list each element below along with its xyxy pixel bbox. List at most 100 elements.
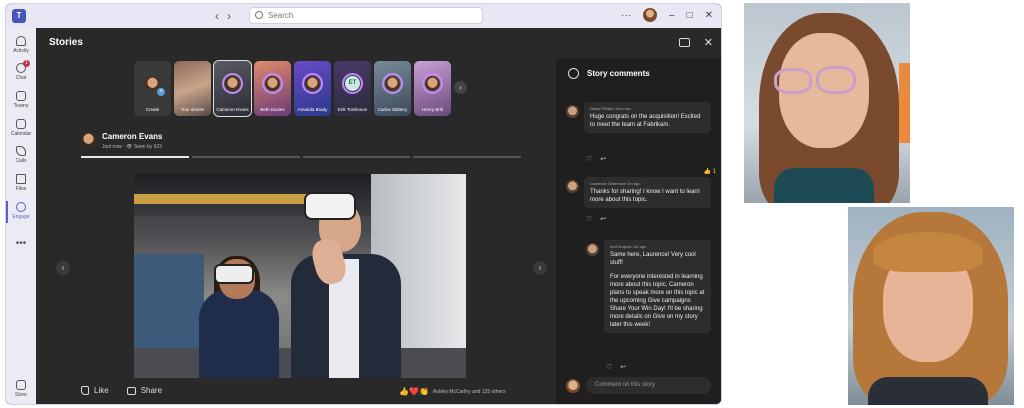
- story-tile-amanda-brady[interactable]: Amanda Brady: [294, 61, 331, 116]
- like-reaction-icon: 👍: [399, 387, 409, 396]
- rail-item-engage[interactable]: Engage: [6, 202, 36, 220]
- avatar: [385, 76, 400, 91]
- more-apps-icon[interactable]: •••: [6, 238, 36, 249]
- story-image: [134, 174, 466, 378]
- vr-headset: [214, 264, 254, 284]
- story-rail-next-button[interactable]: ›: [454, 81, 467, 94]
- like-label: Like: [94, 386, 109, 395]
- like-icon[interactable]: ♡: [586, 155, 592, 163]
- rail-item-store[interactable]: Store: [6, 380, 36, 398]
- comment-meta: Laurence Gilbertson 1m ago: [590, 181, 641, 186]
- progress-segment: [191, 156, 300, 158]
- image-detail: [199, 289, 279, 378]
- window-controls: ··· – □ ✕: [621, 8, 713, 22]
- close-icon[interactable]: ✕: [704, 36, 713, 49]
- rail-label: Calls: [15, 158, 27, 164]
- comment-meta: Avril Kapoor 1m ago: [610, 244, 647, 249]
- reply-icon[interactable]: ↩: [620, 363, 626, 371]
- comment-bubble: Daisy Phillips Just now Huge congrats on…: [584, 102, 711, 133]
- image-detail: [899, 63, 910, 143]
- previous-story-button[interactable]: ‹: [56, 261, 70, 275]
- profile-avatar[interactable]: [643, 8, 657, 22]
- story-tile-carlos-slattery[interactable]: Carlos Slattery: [374, 61, 411, 116]
- title-bar: T ‹› Search ··· – □ ✕: [6, 4, 721, 28]
- comment-meta: Daisy Phillips Just now: [590, 106, 631, 111]
- reply-icon[interactable]: ↩: [600, 215, 606, 223]
- image-detail: [873, 232, 983, 272]
- story-tile-cameron-evans[interactable]: Cameron Evans: [213, 60, 252, 117]
- cast-icon[interactable]: [678, 38, 690, 47]
- comments-title: Story comments: [587, 69, 650, 78]
- story-tile-label: Henry Brill: [422, 107, 443, 112]
- minimize-icon[interactable]: –: [669, 10, 675, 21]
- next-story-button[interactable]: ›: [533, 261, 547, 275]
- author-name[interactable]: Cameron Evans: [102, 132, 162, 141]
- history-nav: ‹›: [215, 9, 239, 23]
- rail-item-files[interactable]: Files: [6, 174, 36, 192]
- story-tile-beth-davies[interactable]: Beth Davies: [254, 61, 291, 116]
- comment-composer: Comment on this story: [566, 377, 711, 394]
- vr-headset: [304, 192, 356, 220]
- rail-item-activity[interactable]: Activity: [6, 36, 36, 54]
- image-detail: [868, 377, 988, 405]
- avatar: [586, 243, 599, 256]
- story-rail: + Create Your stories Cameron Evans Beth…: [134, 60, 451, 117]
- calendar-icon: [16, 119, 26, 129]
- comment-text: Thanks for sharing! I know I want to lea…: [590, 189, 700, 203]
- reactions-text: Ashley McCarthy and 125 others: [432, 388, 506, 395]
- comment-actions: ♡ ↩: [586, 215, 606, 223]
- avatar-initials: ET: [345, 76, 360, 91]
- rail-item-calendar[interactable]: Calendar: [6, 119, 36, 137]
- story-tile-label: Erik Tomlinson: [337, 107, 368, 112]
- rail-item-calls[interactable]: Calls: [6, 146, 36, 164]
- comment-text: Huge congrats on the acquisition! Excite…: [590, 114, 701, 128]
- header-actions: ✕: [678, 36, 713, 49]
- more-options-icon[interactable]: ···: [621, 10, 631, 21]
- story-tile-label: Cameron Evans: [216, 107, 249, 112]
- rail-item-teams[interactable]: Teams: [6, 91, 36, 109]
- chevron-left-icon[interactable]: ‹: [215, 9, 227, 23]
- image-detail: [134, 194, 314, 204]
- avatar: [566, 105, 579, 118]
- avatar[interactable]: [81, 132, 96, 147]
- comments-panel: Story comments Daisy Phillips Just now H…: [556, 58, 721, 404]
- search-icon: [255, 11, 263, 19]
- glasses: [816, 66, 856, 94]
- rail-label: Chat: [15, 75, 27, 81]
- reply-icon[interactable]: ↩: [600, 155, 606, 163]
- comment-input[interactable]: Comment on this story: [586, 377, 711, 394]
- portrait-photo-2: [848, 207, 1014, 405]
- engage-icon: [16, 202, 26, 212]
- maximize-icon[interactable]: □: [687, 10, 693, 21]
- image-detail: [774, 168, 874, 203]
- progress-segment: [302, 156, 411, 158]
- close-window-icon[interactable]: ✕: [705, 10, 713, 21]
- like-icon[interactable]: ♡: [586, 215, 592, 223]
- rail-item-chat[interactable]: 1 Chat: [6, 60, 36, 81]
- chevron-right-icon[interactable]: ›: [227, 9, 239, 23]
- share-button[interactable]: Share: [126, 386, 162, 395]
- chat-badge: 1: [23, 60, 30, 67]
- rail-label: Calendar: [10, 131, 32, 137]
- clap-reaction-icon: 👏: [418, 387, 429, 396]
- app-rail: Activity 1 Chat Teams Calendar Calls Fil…: [6, 28, 36, 404]
- comment-placeholder: Comment on this story: [595, 382, 656, 388]
- story-tile-henry-brill[interactable]: Henry Brill: [414, 61, 451, 116]
- search-input[interactable]: Search: [249, 7, 483, 24]
- rail-label: Engage: [12, 214, 30, 220]
- progress-segment: [413, 156, 521, 158]
- avatar: [265, 76, 280, 91]
- avatar: [305, 76, 320, 91]
- avatar: [425, 76, 440, 91]
- story-tile-create[interactable]: + Create: [134, 61, 171, 116]
- story-tile-your-stories[interactable]: Your stories: [174, 61, 211, 116]
- story-tile-erik-tomlinson[interactable]: ET Erik Tomlinson: [334, 61, 371, 116]
- story-tile-label: Beth Davies: [260, 107, 285, 112]
- rail-label: Files: [15, 186, 27, 192]
- portrait-photo-1: [744, 3, 910, 203]
- search-placeholder: Search: [268, 11, 294, 20]
- reactions-summary[interactable]: 👍 ❤️ 👏 Ashley McCarthy and 125 others: [399, 387, 505, 396]
- like-button[interactable]: Like: [81, 386, 109, 395]
- share-icon: [126, 386, 136, 395]
- like-icon[interactable]: ♡: [606, 363, 612, 371]
